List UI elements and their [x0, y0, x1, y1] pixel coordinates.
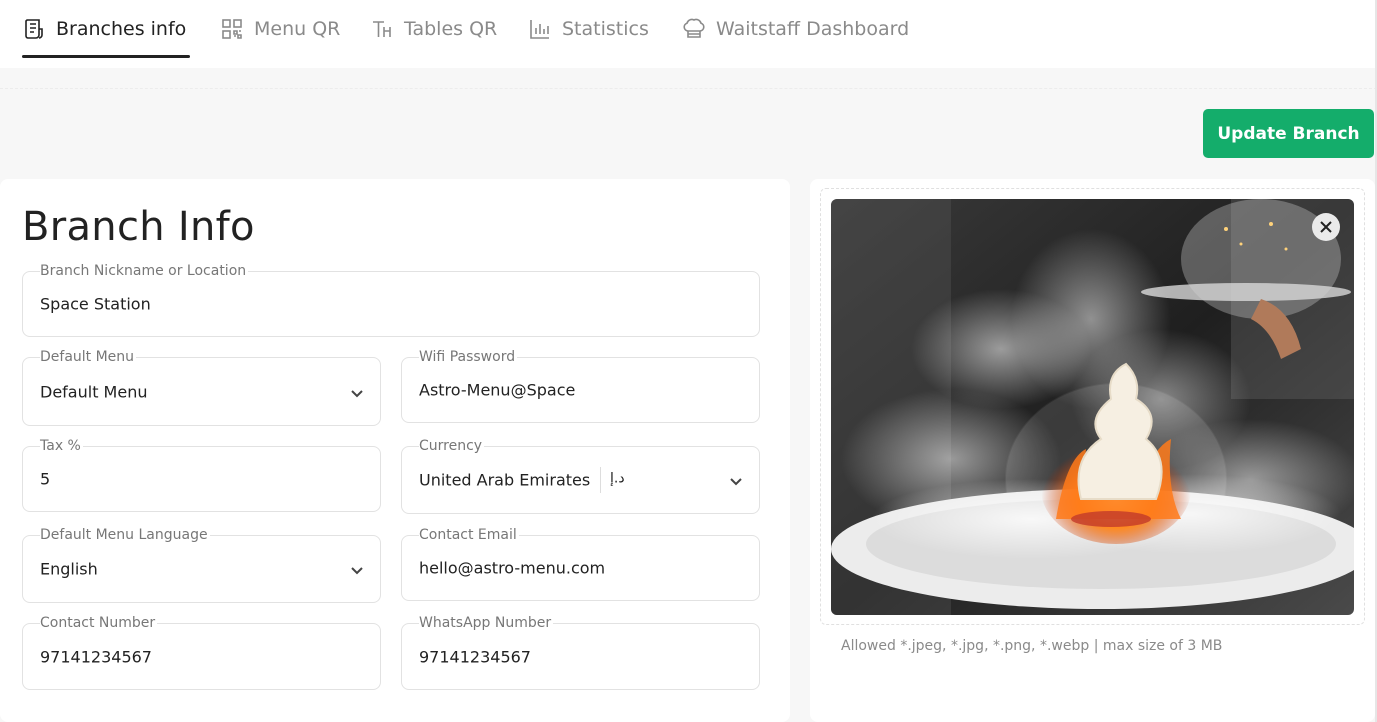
- chef-hat-icon: [683, 18, 705, 38]
- default-language-select[interactable]: Default Menu Language English: [22, 527, 381, 603]
- field-label: Contact Email: [419, 527, 519, 543]
- contact-email-field[interactable]: Contact Email hello@astro-menu.com: [401, 527, 760, 601]
- branch-image: [831, 199, 1354, 615]
- whatsapp-number-field[interactable]: WhatsApp Number 97141234567: [401, 615, 760, 690]
- field-value: English: [40, 559, 98, 579]
- close-icon: [1320, 221, 1332, 233]
- header-divider: [0, 88, 1377, 89]
- bar-chart-icon: [530, 20, 549, 39]
- tab-label: Menu QR: [254, 18, 341, 40]
- tab-menu-qr[interactable]: Menu QR: [220, 0, 340, 58]
- page-title: Branch Info: [22, 204, 255, 250]
- tab-branches-info[interactable]: Branches info: [22, 0, 190, 58]
- tab-tables-qr[interactable]: Tables QR: [370, 0, 497, 58]
- currency-separator: [600, 467, 601, 493]
- currency-symbol: د.إ: [610, 470, 625, 487]
- field-value: 97141234567: [419, 647, 531, 666]
- field-value: hello@astro-menu.com: [419, 558, 606, 578]
- field-label: Currency: [419, 438, 485, 454]
- tab-label: Waitstaff Dashboard: [716, 18, 910, 40]
- chevron-down-icon: [350, 385, 364, 399]
- field-value: United Arab Emirates: [419, 470, 591, 490]
- tab-label: Statistics: [562, 18, 649, 40]
- field-label: Default Menu: [40, 349, 137, 365]
- wifi-password-field[interactable]: Wifi Password Astro-Menu@Space: [401, 349, 760, 423]
- qr-code-icon: [222, 19, 242, 39]
- field-label: WhatsApp Number: [419, 615, 554, 631]
- top-tab-bar: Branches info Menu QR Tables QR Statisti…: [0, 0, 1377, 68]
- tab-label: Tables QR: [404, 18, 498, 40]
- field-value: Astro-Menu@Space: [419, 380, 576, 400]
- tax-field[interactable]: Tax % 5: [22, 438, 381, 512]
- default-menu-select[interactable]: Default Menu Default Menu: [22, 349, 381, 426]
- chevron-down-icon: [729, 473, 743, 487]
- field-label: Tax %: [40, 438, 83, 454]
- field-label: Default Menu Language: [40, 527, 210, 543]
- currency-select[interactable]: Currency United Arab Emirates د.إ: [401, 438, 760, 514]
- remove-image-button[interactable]: [1312, 213, 1340, 241]
- receipt-icon: [25, 19, 43, 39]
- field-label: Branch Nickname or Location: [40, 263, 249, 279]
- field-value: 97141234567: [40, 647, 152, 666]
- field-label: Wifi Password: [419, 349, 518, 365]
- contact-number-field[interactable]: Contact Number 97141234567: [22, 615, 381, 690]
- field-value: 5: [40, 469, 51, 489]
- tab-waitstaff-dashboard[interactable]: Waitstaff Dashboard: [682, 0, 909, 58]
- branch-nickname-field[interactable]: Branch Nickname or Location Space Statio…: [22, 263, 760, 337]
- field-value: Space Station: [40, 294, 151, 314]
- allowed-formats-text: Allowed *.jpeg, *.jpg, *.png, *.webp | m…: [841, 638, 1223, 654]
- tab-statistics[interactable]: Statistics: [528, 0, 649, 58]
- field-value: Default Menu: [40, 382, 148, 401]
- field-label: Contact Number: [40, 615, 158, 631]
- update-branch-button[interactable]: Update Branch: [1203, 109, 1374, 158]
- table-icon: [373, 21, 391, 37]
- tab-label: Branches info: [56, 18, 187, 40]
- chevron-down-icon: [350, 562, 364, 576]
